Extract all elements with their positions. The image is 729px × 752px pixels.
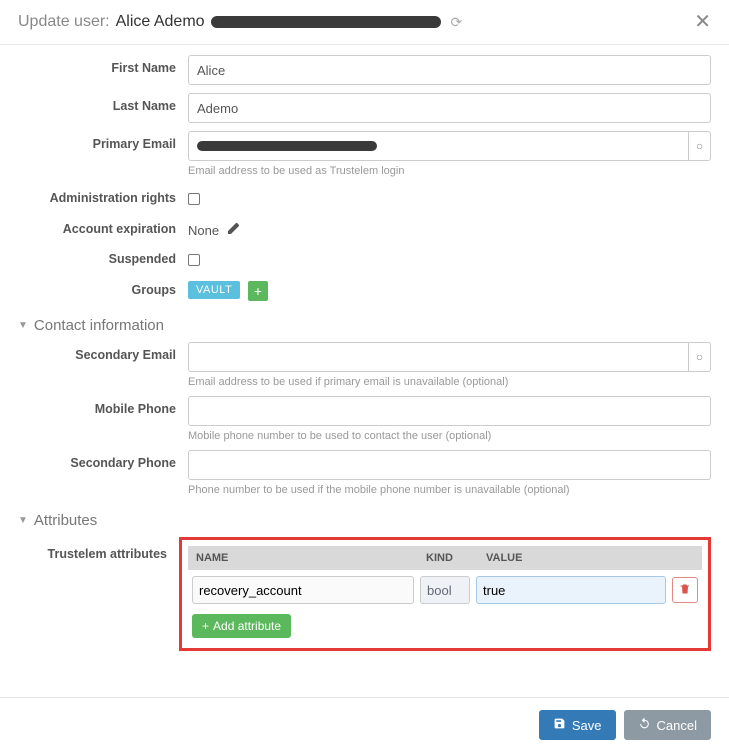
group-tag[interactable]: VAULT [188, 281, 240, 299]
redacted-email [197, 141, 377, 151]
attribute-value-input[interactable] [476, 576, 666, 604]
plus-icon: + [202, 619, 209, 633]
refresh-icon[interactable]: ⟳ [451, 14, 463, 31]
secondary-email-status-icon[interactable]: ○ [689, 342, 711, 372]
first-name-input[interactable] [188, 55, 711, 85]
last-name-label: Last Name [18, 93, 188, 113]
secondary-phone-label: Secondary Phone [18, 450, 188, 470]
admin-rights-checkbox[interactable] [188, 193, 200, 205]
title-username: Alice Ademo [116, 13, 205, 31]
secondary-email-label: Secondary Email [18, 342, 188, 362]
groups-label: Groups [18, 277, 188, 297]
attribute-row: bool [188, 570, 702, 610]
save-label: Save [572, 718, 602, 733]
save-button[interactable]: Save [539, 710, 616, 740]
attributes-section-title: Attributes [34, 512, 97, 529]
secondary-email-input[interactable] [188, 342, 689, 372]
close-icon[interactable]: ✕ [694, 12, 711, 32]
attributes-panel: NAME KIND VALUE bool + [179, 537, 711, 651]
trustelem-attributes-label: Trustelem attributes [18, 537, 179, 651]
col-kind-header: KIND [426, 552, 486, 564]
trash-icon [679, 583, 691, 598]
attributes-section-toggle[interactable]: ▼ Attributes [18, 512, 711, 529]
attribute-kind-value: bool [420, 576, 470, 604]
primary-email-helper: Email address to be used as Trustelem lo… [188, 165, 711, 177]
caret-down-icon: ▼ [18, 515, 28, 526]
cancel-label: Cancel [657, 718, 697, 733]
cancel-button[interactable]: Cancel [624, 710, 711, 740]
secondary-email-helper: Email address to be used if primary emai… [188, 376, 711, 388]
suspended-label: Suspended [18, 246, 188, 266]
col-value-header: VALUE [486, 552, 664, 564]
last-name-input[interactable] [188, 93, 711, 123]
primary-email-input[interactable] [188, 131, 689, 161]
title-prefix: Update user: [18, 13, 110, 31]
attribute-name-input[interactable] [192, 576, 414, 604]
redacted-suffix [211, 16, 441, 28]
contact-section-title: Contact information [34, 317, 164, 334]
first-name-label: First Name [18, 55, 188, 75]
contact-section-toggle[interactable]: ▼ Contact information [18, 317, 711, 334]
admin-rights-label: Administration rights [18, 185, 188, 205]
secondary-phone-input[interactable] [188, 450, 711, 480]
add-attribute-label: Add attribute [213, 619, 281, 633]
primary-email-label: Primary Email [18, 131, 188, 151]
attributes-table-header: NAME KIND VALUE [188, 546, 702, 570]
col-name-header: NAME [196, 552, 426, 564]
account-expiration-label: Account expiration [18, 216, 188, 236]
account-expiration-value: None [188, 223, 219, 238]
caret-down-icon: ▼ [18, 320, 28, 331]
mobile-phone-helper: Mobile phone number to be used to contac… [188, 430, 711, 442]
delete-attribute-button[interactable] [672, 577, 698, 603]
suspended-checkbox[interactable] [188, 254, 200, 266]
add-attribute-button[interactable]: + Add attribute [192, 614, 291, 638]
modal-title: Update user: Alice Ademo ⟳ [18, 13, 462, 31]
mobile-phone-input[interactable] [188, 396, 711, 426]
primary-email-status-icon[interactable]: ○ [689, 131, 711, 161]
edit-expiration-icon[interactable] [227, 222, 240, 238]
mobile-phone-label: Mobile Phone [18, 396, 188, 416]
add-group-button[interactable]: + [248, 281, 268, 301]
undo-icon [638, 717, 651, 733]
secondary-phone-helper: Phone number to be used if the mobile ph… [188, 484, 711, 496]
save-icon [553, 717, 566, 733]
